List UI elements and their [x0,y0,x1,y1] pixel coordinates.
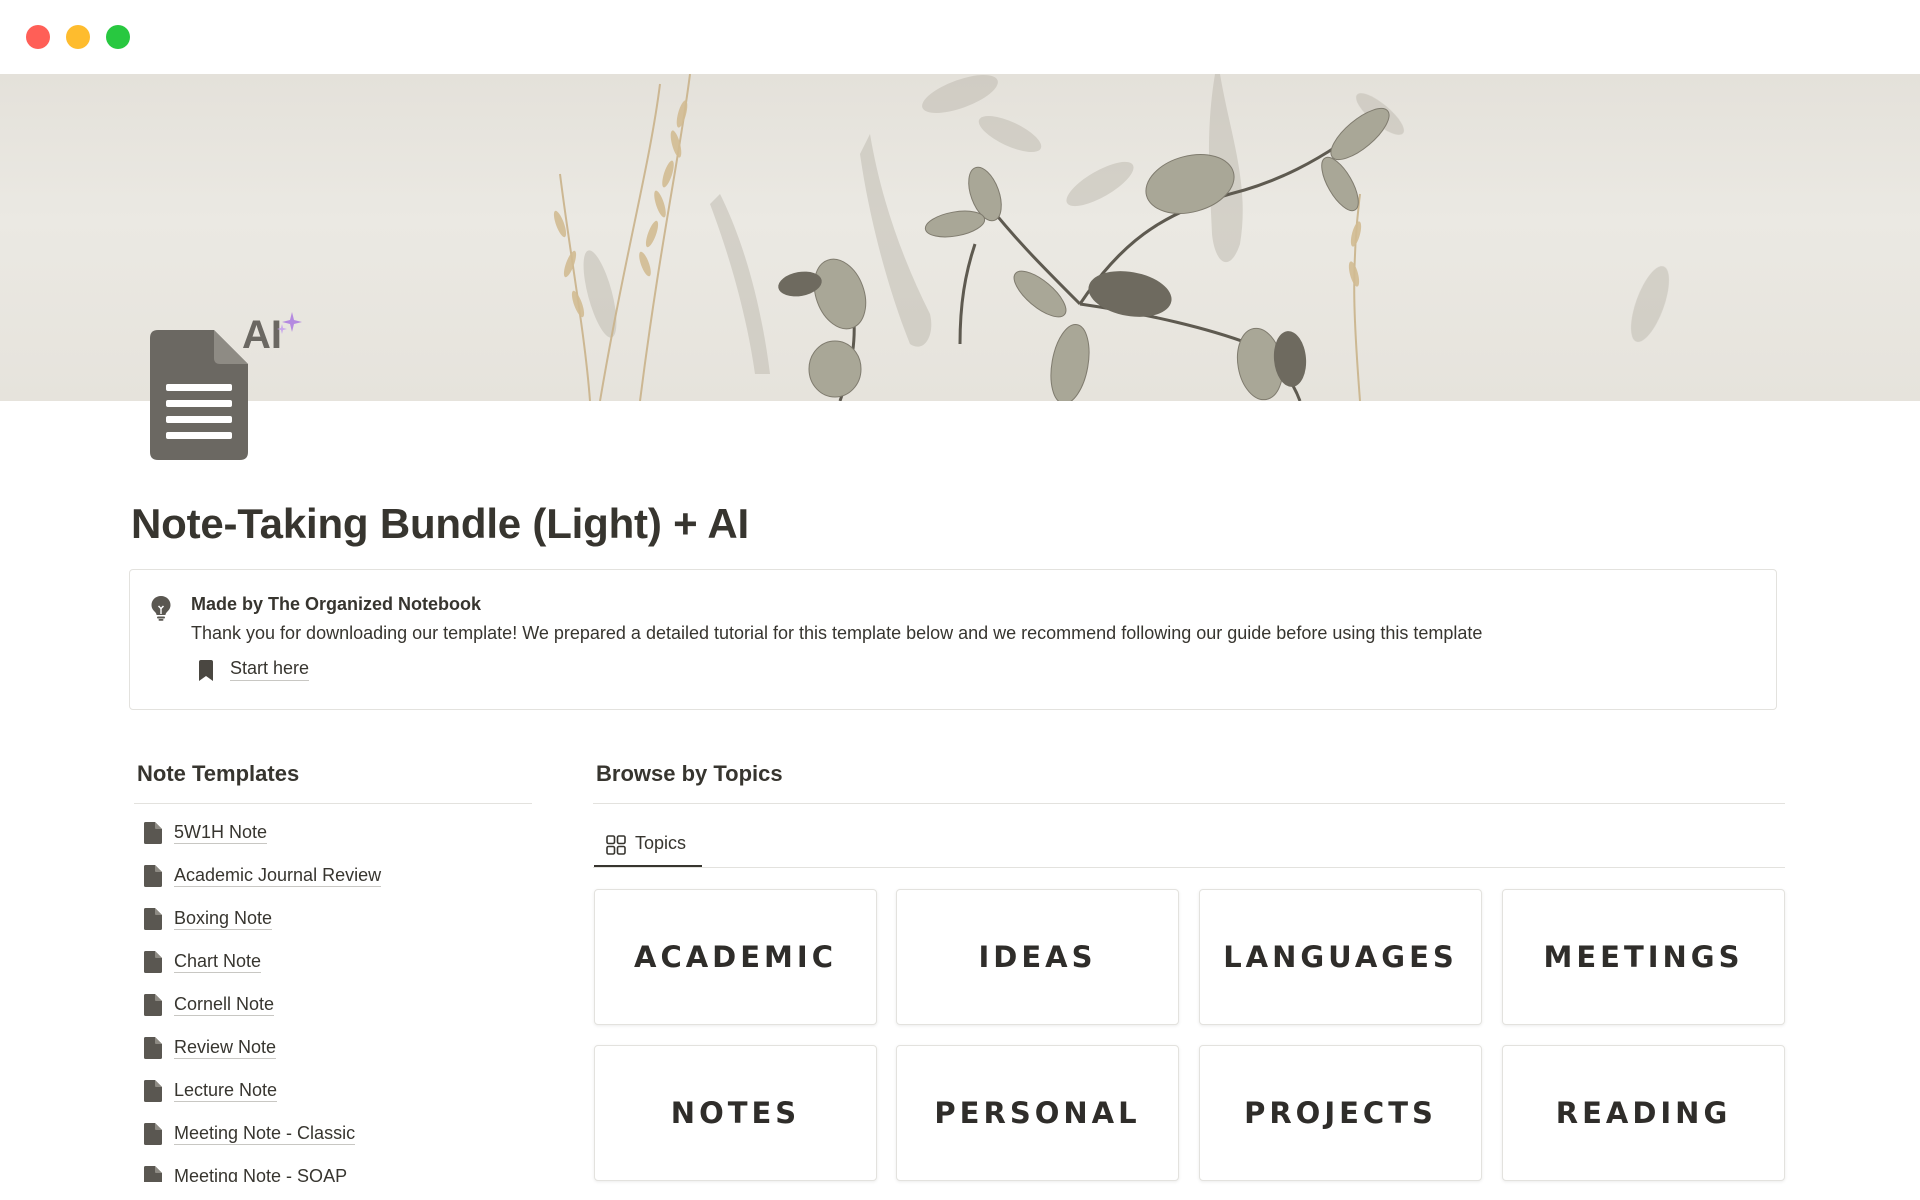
topic-card-projects[interactable]: PROJECTS [1199,1045,1482,1181]
template-label[interactable]: 5W1H Note [174,821,268,844]
topic-card-label: READING [1555,1096,1732,1130]
document-icon [144,1080,162,1102]
topic-card-label: NOTES [670,1096,801,1130]
topic-card-reading[interactable]: READING [1502,1045,1785,1181]
window-maximize-button[interactable] [106,25,130,49]
template-label[interactable]: Boxing Note [174,907,273,930]
template-label[interactable]: Meeting Note - Classic [174,1122,356,1145]
note-templates-divider [134,803,532,804]
template-item-academic-journal-review[interactable]: Academic Journal Review [136,861,536,891]
template-item-meeting-note-soap[interactable]: Meeting Note - SOAP [136,1162,536,1182]
browse-by-topics-heading: Browse by Topics [596,761,783,786]
tabs-divider [593,867,1785,868]
topic-card-label: PERSONAL [934,1096,1141,1130]
topic-card-languages[interactable]: LANGUAGES [1199,889,1482,1025]
template-item-meeting-note-classic[interactable]: Meeting Note - Classic [136,1119,536,1149]
template-item-chart-note[interactable]: Chart Note [136,947,536,977]
document-icon [144,908,162,930]
template-label[interactable]: Meeting Note - SOAP [174,1165,347,1182]
template-item-boxing-note[interactable]: Boxing Note [136,904,536,934]
template-label[interactable]: Chart Note [174,950,262,973]
topic-card-notes[interactable]: NOTES [594,1045,877,1181]
topic-card-ideas[interactable]: IDEAS [896,889,1179,1025]
template-label[interactable]: Review Note [174,1036,277,1059]
ai-badge: AI [242,313,282,357]
document-icon [144,951,162,973]
topic-card-label: PROJECTS [1244,1096,1437,1130]
topic-card-meetings[interactable]: MEETINGS [1502,889,1785,1025]
document-ai-icon[interactable]: AI [144,312,304,472]
template-item-review-note[interactable]: Review Note [136,1033,536,1063]
note-templates-heading: Note Templates [137,761,300,786]
document-icon [144,994,162,1016]
document-icon [144,1166,162,1182]
window-titlebar [0,0,1920,74]
document-icon [144,865,162,887]
topic-card-academic[interactable]: ACADEMIC [594,889,877,1025]
browse-divider [593,803,1785,804]
start-here-label[interactable]: Start here [230,658,310,681]
template-item-lecture-note[interactable]: Lecture Note [136,1076,536,1106]
window-minimize-button[interactable] [66,25,90,49]
page-title[interactable]: Note-Taking Bundle (Light) + AI [131,500,749,548]
document-icon [144,1123,162,1145]
window-close-button[interactable] [26,25,50,49]
template-item-5w1h-note[interactable]: 5W1H Note [136,818,536,848]
document-icon [144,1037,162,1059]
template-label[interactable]: Academic Journal Review [174,864,382,887]
topic-card-personal[interactable]: PERSONAL [896,1045,1179,1181]
topic-card-label: LANGUAGES [1223,940,1458,974]
template-label[interactable]: Lecture Note [174,1079,278,1102]
topic-card-label: ACADEMIC [634,940,837,974]
callout-body: Thank you for downloading our template! … [191,623,1483,643]
topic-card-label: IDEAS [978,940,1097,974]
template-label[interactable]: Cornell Note [174,993,275,1016]
document-icon [144,822,162,844]
callout-block: Made by The Organized Notebook Thank you… [129,569,1777,710]
bookmark-icon [199,660,213,681]
topic-card-label: MEETINGS [1543,940,1744,974]
template-item-cornell-note[interactable]: Cornell Note [136,990,536,1020]
tab-topics[interactable]: Topics [594,828,702,868]
tab-topics-label[interactable]: Topics [635,833,686,854]
lightbulb-icon [151,596,171,621]
gallery-grid-icon [606,835,626,855]
callout-title: Made by The Organized Notebook [191,594,482,614]
